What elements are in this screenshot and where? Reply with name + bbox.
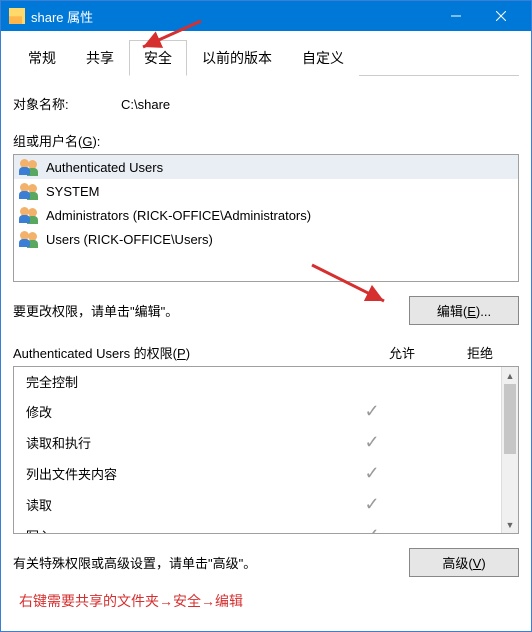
minimize-button[interactable]: [433, 1, 478, 31]
permission-row: 修改✓: [14, 396, 501, 427]
tab-general[interactable]: 常规: [13, 40, 71, 76]
allow-check-icon: ✓: [333, 494, 411, 515]
allow-check-icon: ✓: [333, 525, 411, 533]
list-item-label: SYSTEM: [46, 184, 99, 199]
folder-icon: [9, 8, 25, 24]
permission-name: 读取和执行: [26, 433, 333, 452]
object-name-label: 对象名称:: [13, 94, 121, 113]
groups-label: 组或用户名(G):: [13, 131, 519, 150]
list-item[interactable]: SYSTEM: [14, 179, 518, 203]
permissions-header: Authenticated Users 的权限(P): [13, 343, 363, 362]
scroll-down-button[interactable]: ▼: [502, 516, 518, 533]
list-item[interactable]: Administrators (RICK-OFFICE\Administrato…: [14, 203, 518, 227]
permission-row: 读取✓: [14, 489, 501, 520]
scroll-up-button[interactable]: ▲: [502, 367, 518, 384]
permission-row: 读取和执行✓: [14, 427, 501, 458]
allow-check-icon: ✓: [333, 401, 411, 422]
allow-check-icon: ✓: [333, 432, 411, 453]
tab-previous-versions[interactable]: 以前的版本: [187, 40, 287, 76]
scrollbar[interactable]: ▲ ▼: [501, 367, 518, 533]
tab-sharing[interactable]: 共享: [71, 40, 129, 76]
annotation-text: 右键需要共享的文件夹→安全→编辑: [13, 591, 519, 611]
users-icon: [20, 183, 40, 199]
close-button[interactable]: [478, 1, 523, 31]
permissions-listbox: 完全控制修改✓读取和执行✓列出文件夹内容✓读取✓写入✓ ▲ ▼: [13, 366, 519, 534]
allow-check-icon: ✓: [333, 463, 411, 484]
permission-row: 列出文件夹内容✓: [14, 458, 501, 489]
titlebar: share 属性: [1, 1, 531, 31]
tab-security[interactable]: 安全: [129, 40, 187, 76]
edit-button[interactable]: 编辑(E)...: [409, 296, 519, 325]
scroll-thumb[interactable]: [504, 384, 516, 454]
list-item[interactable]: Authenticated Users: [14, 155, 518, 179]
permission-name: 修改: [26, 402, 333, 421]
users-icon: [20, 207, 40, 223]
list-item-label: Users (RICK-OFFICE\Users): [46, 232, 213, 247]
list-item[interactable]: Users (RICK-OFFICE\Users): [14, 227, 518, 251]
advanced-button[interactable]: 高级(V): [409, 548, 519, 577]
advanced-hint: 有关特殊权限或高级设置，请单击"高级"。: [13, 553, 409, 572]
window-title: share 属性: [31, 7, 93, 26]
allow-header: 允许: [363, 343, 441, 362]
list-item-label: Administrators (RICK-OFFICE\Administrato…: [46, 208, 311, 223]
users-icon: [20, 159, 40, 175]
deny-header: 拒绝: [441, 343, 519, 362]
object-name-value: C:\share: [121, 97, 170, 112]
permission-name: 写入: [26, 526, 333, 533]
tab-bar: 常规 共享 安全 以前的版本 自定义: [13, 39, 519, 76]
permission-row: 完全控制: [14, 367, 501, 396]
list-item-label: Authenticated Users: [46, 160, 163, 175]
permission-name: 读取: [26, 495, 333, 514]
groups-listbox[interactable]: Authenticated Users SYSTEM Administrator…: [13, 154, 519, 282]
permission-name: 完全控制: [26, 372, 333, 391]
tab-customize[interactable]: 自定义: [287, 40, 359, 76]
edit-hint: 要更改权限，请单击"编辑"。: [13, 301, 409, 320]
users-icon: [20, 231, 40, 247]
permission-name: 列出文件夹内容: [26, 464, 333, 483]
permission-row: 写入✓: [14, 520, 501, 533]
